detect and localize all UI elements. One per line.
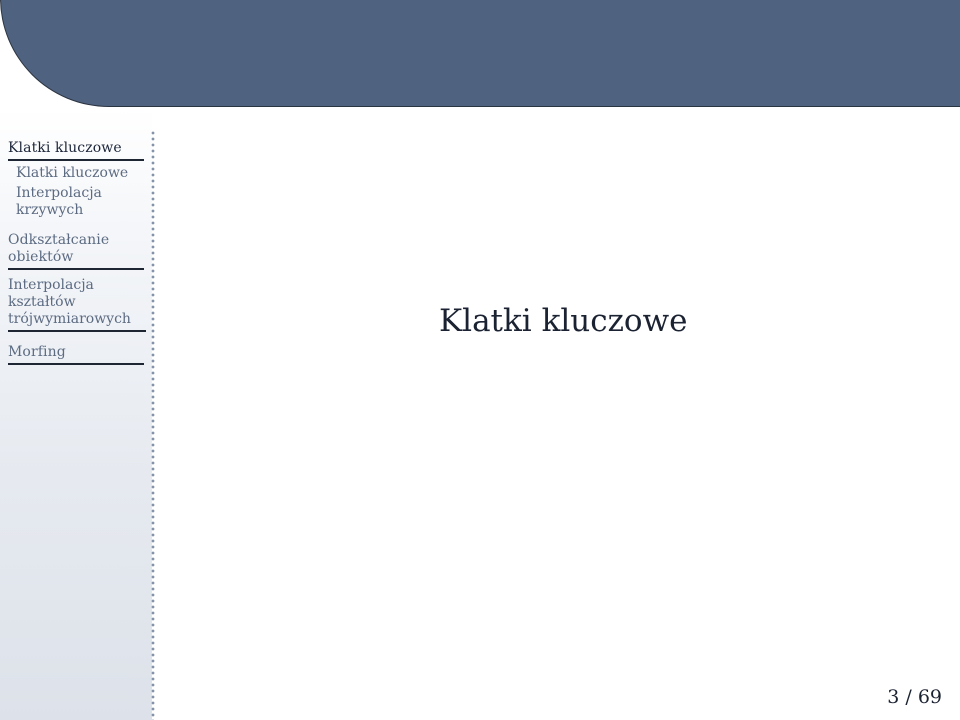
slide-title: Klatki kluczowe — [439, 303, 688, 339]
toc-section-morfing[interactable]: Morfing — [8, 344, 144, 365]
toc-section-odksztalcanie-obiektow[interactable]: Odkształcanie obiektów — [8, 232, 144, 270]
page-number: 3 / 69 — [887, 686, 942, 708]
sidebar-divider — [151, 130, 155, 720]
toc-section-interpolacja-ksztaltow[interactable]: Interpolacja kształtów trójwymiarowych — [8, 277, 146, 332]
toc-subsection-klatki-kluczowe[interactable]: Klatki kluczowe — [16, 165, 146, 182]
toc-subsection-interpolacja-krzywych[interactable]: Interpolacja krzywych — [16, 185, 126, 219]
header-banner — [0, 0, 960, 107]
toc-section-klatki-kluczowe[interactable]: Klatki kluczowe — [8, 140, 144, 161]
slide: Klatki kluczowe Klatki kluczowe Interpol… — [0, 0, 960, 720]
